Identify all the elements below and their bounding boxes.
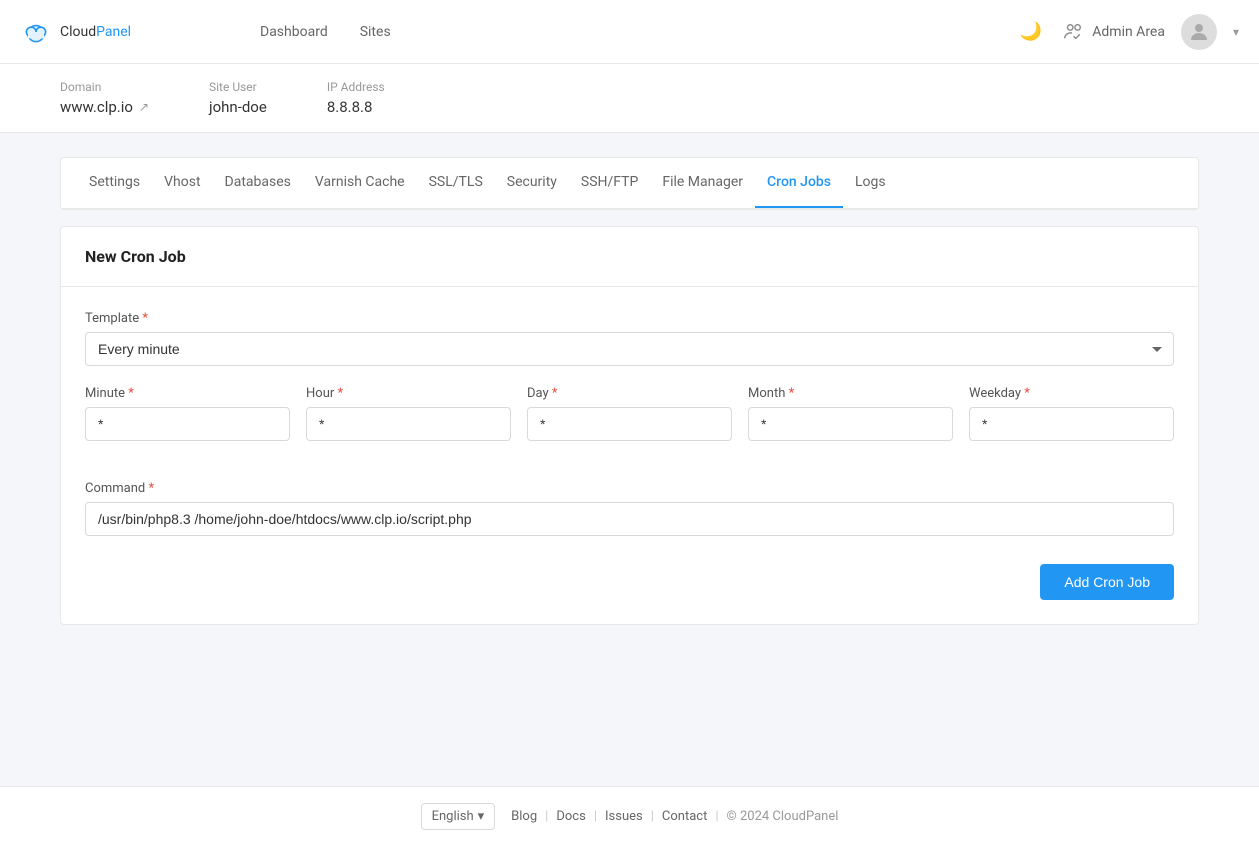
footer-issues-link[interactable]: Issues	[605, 809, 643, 824]
form-card-header: New Cron Job	[61, 227, 1198, 287]
day-input[interactable]	[527, 407, 732, 441]
ip-value: 8.8.8.8	[327, 98, 373, 116]
language-value: English	[432, 809, 474, 824]
day-label: Day *	[527, 386, 732, 401]
tab-file-manager[interactable]: File Manager	[650, 158, 755, 208]
nav-dashboard[interactable]: Dashboard	[260, 24, 328, 40]
command-input[interactable]	[85, 502, 1174, 536]
header-right: 🌙 Admin Area ▾	[1016, 14, 1239, 50]
domain-info: Domain www.clp.io ↗	[60, 80, 149, 116]
add-cron-job-button[interactable]: Add Cron Job	[1040, 564, 1174, 600]
form-footer: Add Cron Job	[85, 556, 1174, 600]
site-user-label: Site User	[209, 80, 267, 94]
dark-mode-button[interactable]: 🌙	[1016, 17, 1046, 46]
tab-ssl-tls[interactable]: SSL/TLS	[417, 158, 495, 208]
template-group: Template * Every minute Every 5 minutes …	[85, 311, 1174, 366]
weekday-label: Weekday *	[969, 386, 1174, 401]
hour-input[interactable]	[306, 407, 511, 441]
language-chevron-icon: ▾	[478, 809, 485, 824]
cron-fields-row: Minute * Hour * Day *	[85, 386, 1174, 461]
tabs-card: Settings Vhost Databases Varnish Cache S…	[60, 157, 1199, 210]
footer-copyright: © 2024 CloudPanel	[727, 809, 839, 824]
template-label: Template *	[85, 311, 1174, 326]
site-user-info: Site User john-doe	[209, 80, 267, 116]
form-body: Template * Every minute Every 5 minutes …	[61, 287, 1198, 624]
site-info-bar: Domain www.clp.io ↗ Site User john-doe I…	[0, 64, 1259, 133]
nav-sites[interactable]: Sites	[360, 24, 391, 40]
logo-text: CloudPanel	[60, 24, 131, 40]
weekday-input[interactable]	[969, 407, 1174, 441]
main-content: Settings Vhost Databases Varnish Cache S…	[0, 133, 1259, 786]
user-menu-chevron[interactable]: ▾	[1233, 25, 1239, 39]
tab-security[interactable]: Security	[495, 158, 569, 208]
tab-logs[interactable]: Logs	[843, 158, 898, 208]
minute-input[interactable]	[85, 407, 290, 441]
logo: CloudPanel	[20, 16, 220, 48]
tab-ssh-ftp[interactable]: SSH/FTP	[569, 158, 650, 208]
form-title: New Cron Job	[85, 247, 1174, 266]
minute-label: Minute *	[85, 386, 290, 401]
footer-contact-link[interactable]: Contact	[662, 809, 707, 824]
ip-info: IP Address 8.8.8.8	[327, 80, 385, 116]
admin-icon	[1062, 21, 1084, 43]
site-user-value: john-doe	[209, 98, 267, 116]
weekday-group: Weekday *	[969, 386, 1174, 441]
logo-icon	[20, 16, 52, 48]
template-select[interactable]: Every minute Every 5 minutes Every 10 mi…	[85, 332, 1174, 366]
tabs-list: Settings Vhost Databases Varnish Cache S…	[61, 158, 1198, 209]
tab-databases[interactable]: Databases	[213, 158, 303, 208]
tab-settings[interactable]: Settings	[77, 158, 152, 208]
command-label: Command *	[85, 481, 1174, 496]
user-avatar[interactable]	[1181, 14, 1217, 50]
command-group: Command *	[85, 481, 1174, 536]
month-input[interactable]	[748, 407, 953, 441]
main-nav: Dashboard Sites	[220, 24, 1016, 40]
footer-docs-link[interactable]: Docs	[556, 809, 585, 824]
minute-group: Minute *	[85, 386, 290, 441]
tab-cron-jobs[interactable]: Cron Jobs	[755, 158, 843, 208]
admin-area-link[interactable]: Admin Area	[1062, 21, 1165, 43]
footer-blog-link[interactable]: Blog	[511, 809, 537, 824]
day-group: Day *	[527, 386, 732, 441]
ip-label: IP Address	[327, 80, 385, 94]
domain-label: Domain	[60, 80, 149, 94]
domain-value: www.clp.io	[60, 98, 133, 116]
language-selector[interactable]: English ▾	[421, 803, 496, 830]
tab-vhost[interactable]: Vhost	[152, 158, 212, 208]
month-group: Month *	[748, 386, 953, 441]
user-avatar-icon	[1187, 20, 1211, 44]
footer: English ▾ Blog | Docs | Issues | Contact…	[0, 786, 1259, 846]
admin-area-label: Admin Area	[1092, 24, 1165, 40]
external-link-icon[interactable]: ↗	[139, 100, 149, 114]
month-label: Month *	[748, 386, 953, 401]
footer-links: Blog | Docs | Issues | Contact | © 2024 …	[511, 809, 838, 824]
template-select-wrapper: Every minute Every 5 minutes Every 10 mi…	[85, 332, 1174, 366]
hour-label: Hour *	[306, 386, 511, 401]
tab-varnish-cache[interactable]: Varnish Cache	[303, 158, 417, 208]
form-card: New Cron Job Template * Every minute Eve…	[60, 226, 1199, 625]
hour-group: Hour *	[306, 386, 511, 441]
header: CloudPanel Dashboard Sites 🌙 Admin Area …	[0, 0, 1259, 64]
